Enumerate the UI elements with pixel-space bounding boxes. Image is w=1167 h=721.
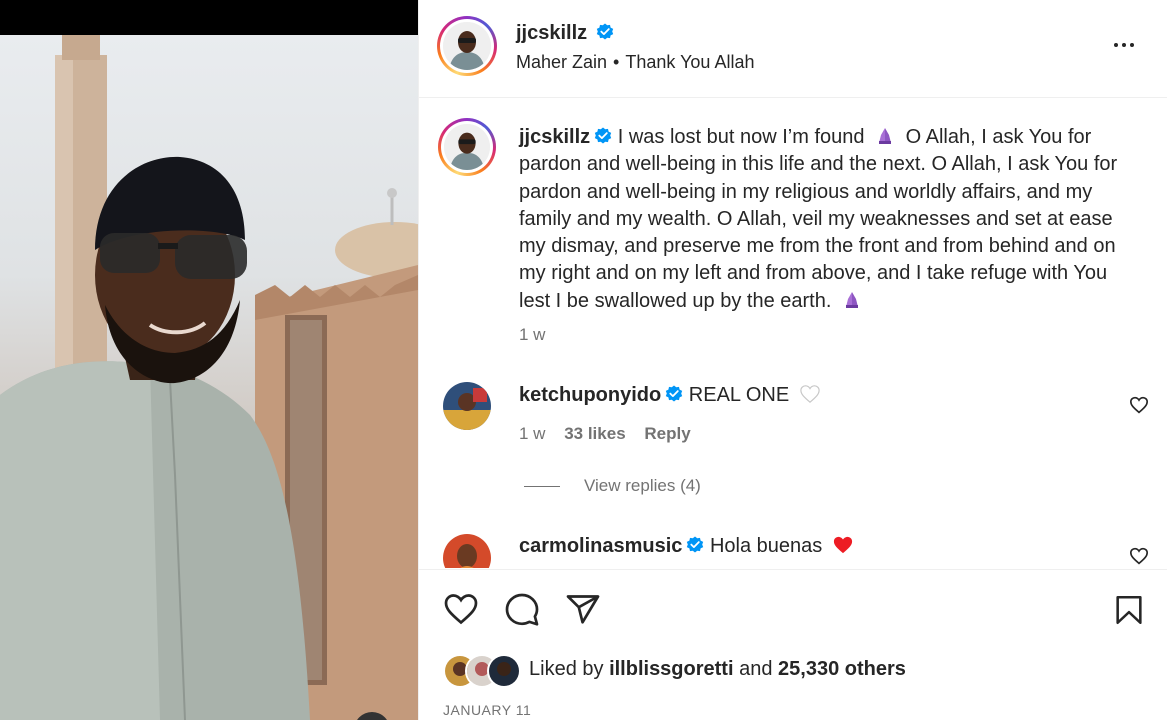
red-heart-emoji-icon: [833, 536, 852, 554]
post-details-panel: jjcskillz Maher Zain • Thank You Allah j…: [418, 0, 1167, 720]
likes-summary: Liked by illblissgoretti and 25,330 othe…: [529, 658, 906, 681]
avatar-image: [443, 22, 491, 70]
avatar-image: [444, 124, 490, 170]
caption-author-avatar[interactable]: [438, 118, 496, 176]
heart-icon[interactable]: [443, 592, 479, 626]
comment-1: ketchuponyido REAL ONE: [519, 384, 821, 407]
comment-text: REAL ONE: [688, 384, 790, 406]
caption-username[interactable]: jjcskillz: [519, 126, 590, 148]
post-caption: jjcskillz I was lost but now I’m found O…: [519, 124, 1139, 315]
avatar-image: [443, 534, 491, 568]
others-likes-link[interactable]: 25,330 others: [778, 658, 906, 680]
post-media[interactable]: [0, 0, 418, 720]
comment-time[interactable]: 1 w: [519, 424, 545, 443]
comment-username[interactable]: carmolinasmusic: [519, 535, 682, 557]
comment-likes[interactable]: 33 likes: [564, 424, 625, 443]
caption-time[interactable]: 1 w: [519, 325, 545, 345]
view-replies-button[interactable]: View replies (4): [524, 476, 701, 496]
liker-avatar: [487, 654, 521, 688]
verified-badge-icon: [594, 127, 612, 144]
avatar-image: [443, 382, 491, 430]
more-options-icon[interactable]: [1111, 33, 1141, 57]
header-username[interactable]: jjcskillz: [516, 22, 587, 44]
paper-plane-icon[interactable]: [565, 592, 601, 628]
post-actions: Liked by illblissgoretti and 25,330 othe…: [419, 569, 1167, 721]
comment-like-heart-icon[interactable]: [1129, 396, 1149, 414]
comments-section: jjcskillz I was lost but now I’m found O…: [419, 98, 1167, 568]
comment-avatar[interactable]: [443, 534, 491, 568]
view-replies-label: View replies (4): [584, 476, 701, 495]
music-separator: •: [613, 52, 620, 72]
likes-conjunction: and: [739, 658, 773, 680]
white-heart-emoji-icon: [800, 385, 820, 403]
reply-button[interactable]: Reply: [644, 424, 690, 443]
first-liker-link[interactable]: illblissgoretti: [609, 658, 733, 680]
comment-username[interactable]: ketchuponyido: [519, 384, 661, 406]
likes-prefix: Liked by: [529, 658, 604, 680]
comment-avatar[interactable]: [443, 382, 491, 430]
comment-text: Hola buenas: [709, 535, 823, 557]
header-username-row: jjcskillz: [516, 22, 614, 45]
post-header: jjcskillz Maher Zain • Thank You Allah: [419, 0, 1167, 98]
bookmark-icon[interactable]: [1112, 592, 1146, 628]
praying-hands-icon: [845, 291, 858, 308]
author-avatar[interactable]: [437, 16, 497, 76]
music-info[interactable]: Maher Zain • Thank You Allah: [516, 52, 754, 73]
praying-hands-icon: [879, 128, 892, 144]
comment-like-heart-icon[interactable]: [1129, 547, 1149, 565]
comment-2: carmolinasmusic Hola buenas: [519, 535, 854, 558]
verified-badge-icon: [666, 385, 683, 402]
caption-text-part2: O Allah, I ask You for pardon and well-b…: [519, 126, 1118, 312]
post-photo[interactable]: [0, 35, 418, 720]
music-title[interactable]: Thank You Allah: [625, 52, 754, 72]
verified-badge-icon: [687, 536, 704, 553]
verified-badge-icon: [596, 23, 613, 40]
photo-illustration: [0, 35, 418, 720]
comment-meta: 1 w 33 likes Reply: [519, 424, 691, 444]
caption-text-part1: I was lost but now I’m found: [617, 126, 865, 148]
music-artist[interactable]: Maher Zain: [516, 52, 607, 72]
comment-icon[interactable]: [504, 592, 540, 628]
post-date[interactable]: JANUARY 11: [443, 702, 531, 718]
